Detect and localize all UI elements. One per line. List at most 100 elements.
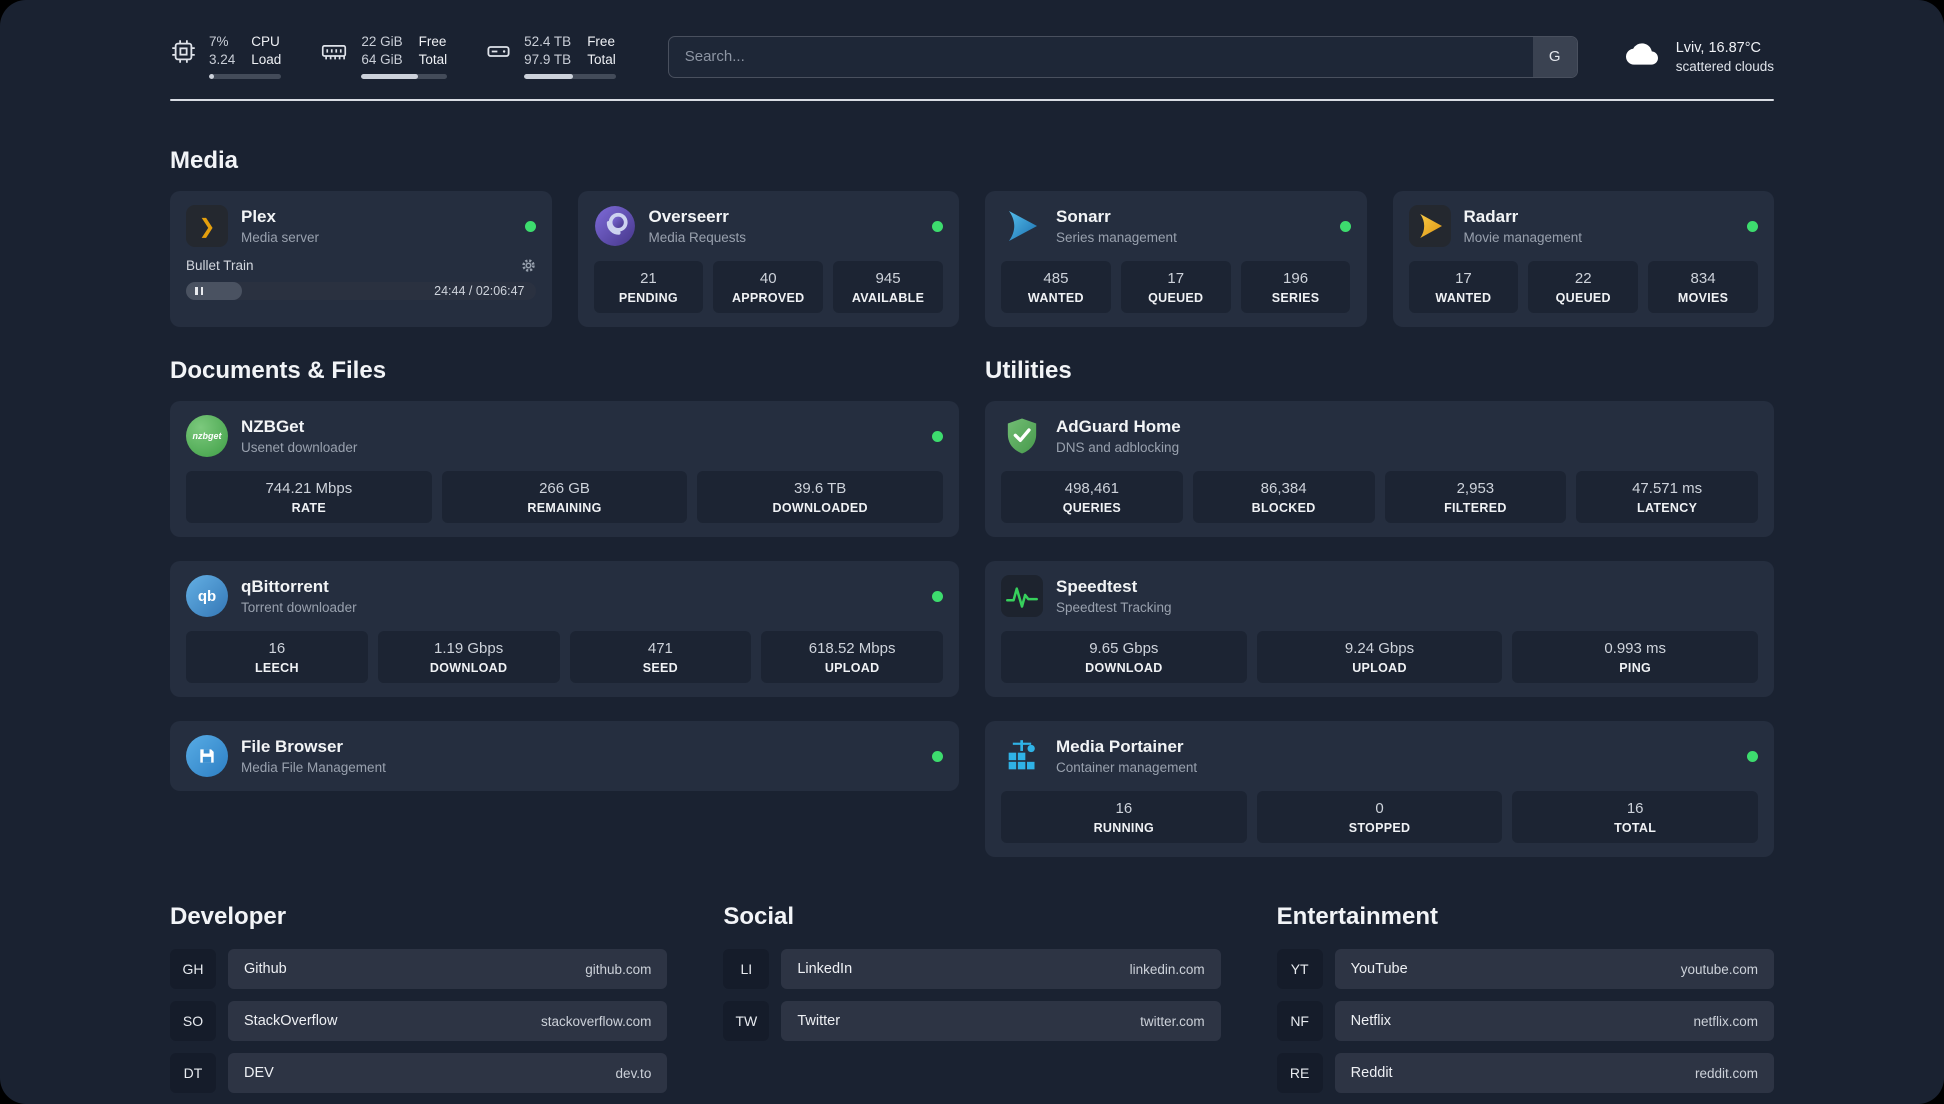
cpu-load-value: 3.24: [209, 52, 236, 67]
service-card-filebrowser[interactable]: File Browser Media File Management: [170, 721, 959, 791]
playback-progress-bar[interactable]: 24:44 / 02:06:47: [186, 282, 536, 300]
service-name: File Browser: [241, 737, 344, 756]
stat-tile: 22 QUEUED: [1528, 261, 1639, 313]
service-card-speedtest[interactable]: Speedtest Speedtest Tracking 9.65 Gbps D…: [985, 561, 1774, 697]
pause-button[interactable]: [186, 282, 242, 300]
section-title-entertainment: Entertainment: [1276, 903, 1439, 930]
service-description: Media File Management: [241, 760, 386, 775]
adguard-icon: [1001, 415, 1043, 457]
status-dot: [932, 750, 943, 762]
overseerr-icon: [594, 205, 636, 247]
playback-time: 24:44 / 02:06:47: [434, 284, 525, 298]
bookmark-name: Github: [244, 961, 287, 977]
memory-progress-bar: [361, 74, 448, 79]
service-description: Speedtest Tracking: [1056, 600, 1172, 615]
bookmark-abbr[interactable]: TW: [723, 1001, 770, 1041]
stat-tile: 196 SERIES: [1240, 261, 1351, 313]
bookmarks-entertainment: Entertainment YT YouTube youtube.com NF …: [1276, 903, 1774, 1104]
disk-free-label: Free: [587, 34, 615, 49]
weather-condition: scattered clouds: [1675, 58, 1774, 74]
bookmark-domain: reddit.com: [1694, 1065, 1758, 1081]
memory-total-value: 64 GiB: [361, 52, 403, 67]
status-dot: [1339, 220, 1351, 232]
search-input[interactable]: [667, 35, 1578, 78]
service-name: Speedtest: [1056, 577, 1138, 596]
stat-tile: 47.571 ms LATENCY: [1576, 471, 1758, 523]
service-card-sonarr[interactable]: Sonarr Series management 485 WANTED 17 Q…: [985, 191, 1367, 327]
stat-tile: 945 AVAILABLE: [833, 261, 943, 313]
qbittorrent-icon: qb: [186, 575, 228, 617]
disk-free-value: 52.4 TB: [524, 34, 572, 49]
bookmark-name: Twitter: [797, 1013, 841, 1029]
status-dot: [524, 220, 536, 232]
bookmark-youtube[interactable]: YT YouTube youtube.com: [1276, 949, 1774, 989]
bookmark-reddit[interactable]: RE Reddit reddit.com: [1276, 1053, 1774, 1093]
service-card-portainer[interactable]: Media Portainer Container management 16 …: [985, 721, 1774, 857]
bookmark-abbr[interactable]: SO: [170, 1001, 216, 1041]
stat-tile: 9.24 Gbps UPLOAD: [1256, 631, 1503, 683]
bookmark-name: Reddit: [1350, 1065, 1393, 1081]
disk-progress-bar: [524, 74, 616, 79]
cpu-usage-value: 7%: [209, 34, 229, 49]
nzbget-icon: nzbget: [186, 415, 228, 457]
bookmark-domain: netflix.com: [1693, 1013, 1758, 1029]
bookmark-abbr[interactable]: LI: [723, 949, 770, 989]
stat-tile: 0.993 ms PING: [1512, 631, 1759, 683]
bookmark-linkedin[interactable]: LI LinkedIn linkedin.com: [723, 949, 1221, 989]
service-card-adguard[interactable]: AdGuard Home DNS and adblocking 498,461 …: [985, 401, 1774, 537]
section-documents: Documents & Files nzbget NZBGet Usenet d…: [170, 357, 959, 791]
bookmarks-developer: Developer GH Github github.com SO StackO…: [170, 903, 668, 1104]
section-title-social: Social: [723, 903, 795, 930]
top-bar: 7% 3.24 CPU Load 22 GiB 64 GiB Free Tota…: [170, 34, 1774, 79]
search-provider-button[interactable]: G: [1532, 36, 1577, 77]
disk-icon: [485, 38, 512, 70]
plex-icon: ❯: [186, 205, 228, 247]
speedtest-icon: [1001, 575, 1043, 617]
service-card-radarr[interactable]: Radarr Movie management 17 WANTED 22 QUE…: [1392, 191, 1774, 327]
bookmark-github[interactable]: GH Github github.com: [170, 949, 668, 989]
bookmark-abbr[interactable]: RE: [1276, 1053, 1323, 1093]
bookmark-domain: dev.to: [615, 1065, 652, 1081]
bookmark-abbr[interactable]: DT: [170, 1053, 216, 1093]
bookmark-name: YouTube: [1350, 961, 1408, 977]
now-playing-title: Bullet Train: [186, 258, 254, 273]
section-media: Media ❯ Plex Media server Bullet Train 2…: [170, 147, 1774, 327]
stat-tile: 86,384 BLOCKED: [1192, 471, 1375, 523]
stat-tile: 1.19 Gbps DOWNLOAD: [377, 631, 560, 683]
stat-tile: 16 LEECH: [186, 631, 368, 683]
stat-tile: 40 APPROVED: [713, 261, 824, 313]
service-card-nzbget[interactable]: nzbget NZBGet Usenet downloader 744.21 M…: [170, 401, 959, 537]
bookmark-name: Netflix: [1350, 1013, 1391, 1029]
service-name: Sonarr: [1056, 207, 1111, 226]
section-title-utilities: Utilities: [985, 357, 1072, 384]
service-name: qBittorrent: [241, 577, 329, 596]
stat-tile: 744.21 Mbps RATE: [186, 471, 432, 523]
service-card-qbittorrent[interactable]: qb qBittorrent Torrent downloader 16 LEE…: [170, 561, 959, 697]
gear-icon[interactable]: [521, 258, 536, 273]
bookmark-twitter[interactable]: TW Twitter twitter.com: [723, 1001, 1221, 1041]
sonarr-icon: [1001, 205, 1043, 247]
stat-tile: 21 PENDING: [593, 261, 704, 313]
bookmark-abbr[interactable]: NF: [1276, 1001, 1323, 1041]
bookmark-abbr[interactable]: GH: [170, 949, 216, 989]
service-card-plex[interactable]: ❯ Plex Media server Bullet Train 24:44 /…: [170, 191, 552, 327]
weather-widget[interactable]: Lviv, 16.87°C scattered clouds: [1622, 38, 1774, 75]
service-name: NZBGet: [241, 417, 305, 436]
stat-tile: 498,461 QUERIES: [1001, 471, 1183, 523]
service-description: Movie management: [1463, 230, 1583, 245]
bookmark-netflix[interactable]: NF Netflix netflix.com: [1276, 1001, 1774, 1041]
bookmark-dev[interactable]: DT DEV dev.to: [170, 1053, 668, 1093]
bookmark-stackoverflow[interactable]: SO StackOverflow stackoverflow.com: [170, 1001, 668, 1041]
bookmarks-social: Social LI LinkedIn linkedin.com TW Twitt…: [723, 903, 1221, 1053]
service-name: AdGuard Home: [1056, 417, 1181, 436]
status-dot: [1747, 220, 1758, 232]
service-description: Media server: [241, 230, 320, 245]
service-card-overseerr[interactable]: Overseerr Media Requests 21 PENDING 40 A…: [577, 191, 959, 327]
service-name: Plex: [241, 207, 276, 226]
bookmark-domain: stackoverflow.com: [541, 1013, 652, 1029]
disk-total-label: Total: [587, 52, 616, 67]
cpu-chip-icon: [170, 38, 197, 70]
bookmark-abbr[interactable]: YT: [1276, 949, 1323, 989]
section-utilities: Utilities AdGuard Home DNS and adblockin…: [985, 357, 1774, 857]
stat-tile: 266 GB REMAINING: [441, 471, 688, 523]
